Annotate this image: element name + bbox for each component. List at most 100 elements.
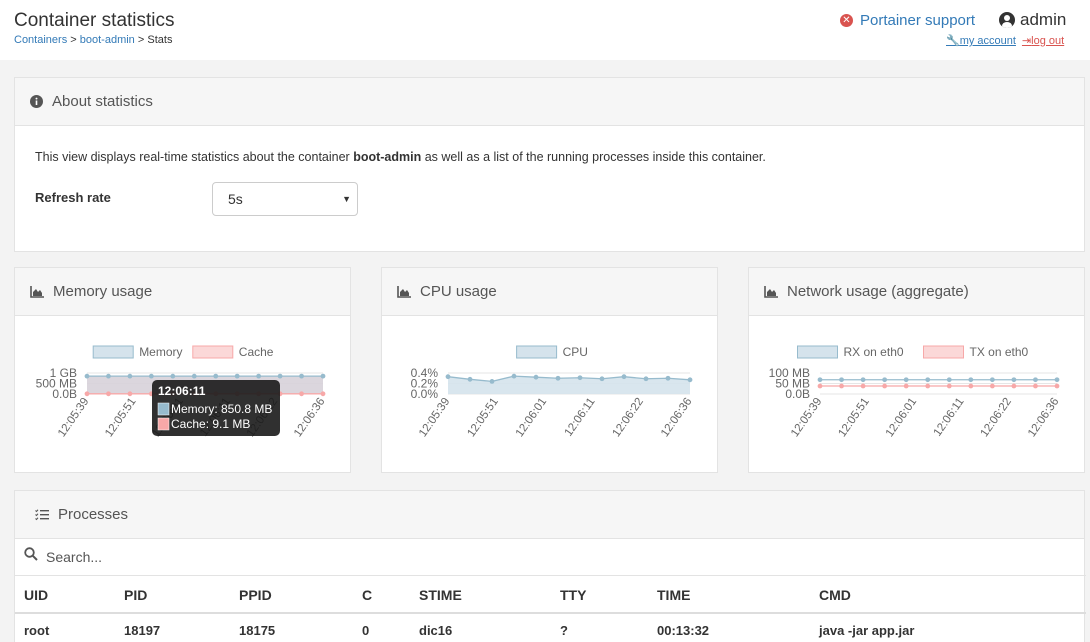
refresh-rate-select[interactable]: 5s ▼: [212, 182, 358, 216]
cell-uid: root: [24, 623, 50, 638]
data-point: [84, 391, 90, 397]
column-header-time[interactable]: TIME: [648, 577, 810, 614]
memory-usage-widget: Memory usage Memory Cache 1 GB 500 MB 0.0B 12…: [14, 267, 351, 473]
data-point: [1054, 383, 1060, 389]
data-point: [839, 377, 844, 383]
breadcrumb-separator: >: [70, 34, 77, 46]
network-header: Network usage (aggregate): [749, 268, 1084, 316]
cpu-chart: CPU 0.4% 0.2% 0.0% 12:05:39 12:05:51 12:06:01 1…: [382, 317, 717, 472]
sign-out-icon: ⇥: [1021, 35, 1032, 47]
network-chart-svg: RX on eth0 TX on eth0100 MB50 MB0.0B12:05…: [769, 345, 1062, 440]
y-tick-label: 0.0%: [411, 387, 439, 401]
x-tick-label: 12:06:22: [611, 396, 647, 440]
data-point: [533, 374, 539, 380]
info-icon: [30, 95, 43, 108]
column-header-c[interactable]: C: [353, 577, 410, 614]
data-point: [511, 373, 517, 379]
my-account-link[interactable]: 🔧my account: [946, 34, 1016, 47]
data-point: [191, 373, 197, 379]
table-row: root 18197 18175 0 dic16 ? 00:13:32 java…: [15, 613, 1086, 642]
cpu-chart-svg: CPU0.4%0.2%0.0%12:05:39 12:05:51 12:06:01 1…: [411, 345, 695, 440]
data-point: [234, 373, 240, 379]
data-point: [213, 373, 219, 379]
data-point: [555, 375, 561, 381]
x-tick-label: 12:06:11: [563, 396, 598, 439]
username: admin: [1020, 10, 1067, 29]
search-input[interactable]: [46, 548, 446, 565]
cell-pid: 18197: [124, 623, 161, 638]
user-icon: [999, 12, 1015, 28]
breadcrumb-container-link[interactable]: boot-admin: [80, 34, 135, 46]
data-point: [1011, 383, 1017, 389]
about-container-name: boot-admin: [353, 150, 422, 164]
network-chart: RX on eth0 TX on eth0 100 MB 50 MB 0.0B 12:05…: [749, 317, 1084, 472]
log-out-link[interactable]: ⇥log out: [1022, 34, 1064, 47]
data-point: [860, 383, 866, 389]
wrench-icon: 🔧: [946, 35, 960, 47]
about-header: About statistics: [15, 78, 1084, 126]
data-point: [599, 376, 605, 382]
data-point: [687, 377, 693, 383]
legend-swatch: [923, 345, 964, 359]
cpu-usage-widget: CPU usage CPU 0.4% 0.2% 0.0% 12:05:39 12:05:5…: [381, 267, 718, 473]
cell-stime: dic16: [419, 623, 453, 638]
legend-label: CPU: [563, 345, 588, 359]
data-point: [127, 373, 133, 379]
tooltip-swatch: [157, 402, 170, 416]
network-usage-widget: Network usage (aggregate) RX on eth0 TX o…: [748, 267, 1085, 473]
data-point: [256, 373, 262, 379]
x-tick-label: 12:05:51: [465, 396, 501, 440]
data-point: [320, 391, 326, 397]
area-chart-icon: [397, 285, 411, 298]
data-point: [621, 374, 627, 380]
about-statistics-widget: About statistics This view displays real…: [14, 77, 1085, 252]
data-point: [817, 383, 823, 389]
data-point: [665, 375, 671, 381]
column-header-pid[interactable]: PID: [115, 577, 230, 614]
x-tick-label: 12:05:39: [789, 396, 825, 440]
column-header-tty[interactable]: TTY: [551, 577, 648, 614]
processes-title: Processes: [58, 506, 129, 523]
data-point: [277, 373, 283, 379]
breadcrumb-containers-link[interactable]: Containers: [14, 34, 67, 46]
memory-header: Memory usage: [15, 268, 350, 316]
about-title: About statistics: [52, 93, 153, 110]
network-title: Network usage (aggregate): [787, 283, 969, 300]
memory-title: Memory usage: [53, 283, 153, 300]
data-point: [299, 373, 304, 379]
about-text-part: This view displays real-time statistics …: [35, 150, 354, 164]
column-header-cmd[interactable]: CMD: [810, 577, 1086, 614]
breadcrumb-separator: >: [137, 34, 145, 46]
log-out-label: log out: [1031, 35, 1065, 47]
data-point: [577, 375, 583, 381]
data-point: [106, 391, 111, 397]
y-tick-label: 0.0B: [785, 387, 810, 401]
column-header-ppid[interactable]: PPID: [230, 577, 353, 614]
legend-swatch: [516, 345, 558, 359]
data-point: [817, 377, 823, 383]
data-point: [643, 376, 649, 382]
tooltip-swatch: [157, 417, 170, 431]
tasks-icon: [35, 508, 49, 521]
data-point: [1011, 377, 1017, 383]
data-point: [946, 383, 952, 389]
about-description: This view displays real-time statistics …: [35, 150, 766, 164]
legend-swatch: [92, 345, 134, 359]
data-point: [1033, 377, 1038, 383]
support-icon: ✕: [840, 14, 853, 27]
refresh-rate-label: Refresh rate: [35, 190, 111, 205]
data-point: [903, 383, 909, 389]
legend-swatch: [797, 345, 838, 359]
column-header-stime[interactable]: STIME: [410, 577, 551, 614]
cell-tty: ?: [560, 623, 568, 638]
cpu-title: CPU usage: [420, 283, 497, 300]
column-header-uid[interactable]: UID: [15, 577, 115, 614]
memory-chart-svg: Memory Cache1 GB500 MB0.0B12:05:39 12:05:5…: [36, 345, 328, 440]
top-bar: Container statistics Containers > boot-a…: [0, 0, 1090, 60]
page-title: Container statistics: [14, 10, 175, 31]
legend-label: Memory: [139, 345, 182, 359]
x-tick-label: 12:06:36: [292, 396, 328, 440]
data-point: [467, 376, 473, 382]
support-link[interactable]: ✕ Portainer support: [840, 12, 975, 29]
user-menu: admin: [999, 10, 1066, 30]
